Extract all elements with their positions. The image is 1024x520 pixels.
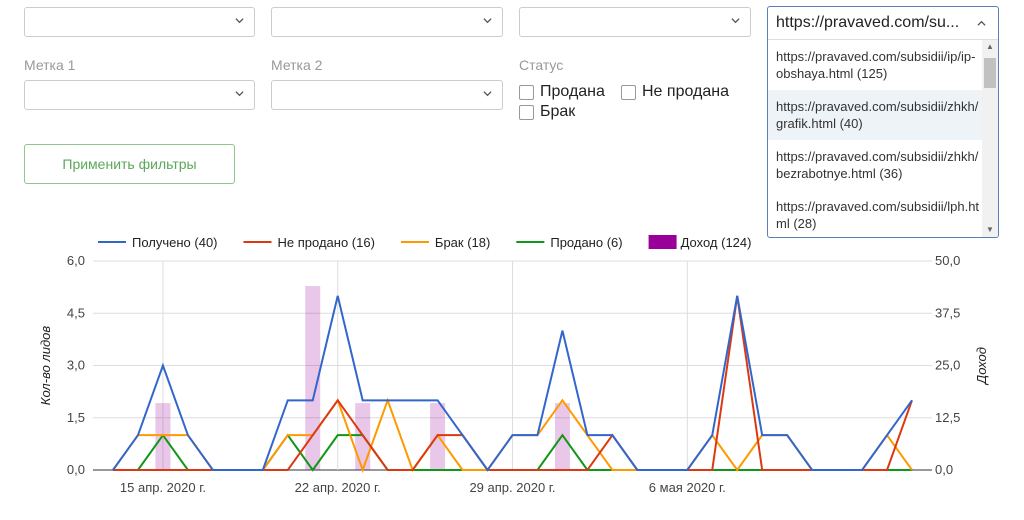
label2-title: Метка 2 (271, 57, 323, 73)
filter-select-1[interactable] (24, 7, 255, 37)
label1-title: Метка 1 (24, 57, 76, 73)
status-defect-label: Брак (540, 103, 576, 120)
status-not-sold-checkbox[interactable]: Не продана (621, 83, 729, 101)
scroll-up-icon[interactable]: ▲ (982, 40, 998, 54)
url-dropdown-selected-text: https://pravaved.com/su... (776, 14, 960, 31)
chevron-down-icon (483, 91, 492, 97)
url-option[interactable]: https://pravaved.com/subsidii/zhkh/grafi… (768, 90, 982, 140)
leads-chart: 0,0 1,5 3,0 4,5 6,0 0,0 12,5 25,0 37,5 50,0 15 апр… (38, 235, 989, 495)
filter-select-2[interactable] (271, 7, 503, 37)
y-axis-title: Кол-во лидов (38, 326, 53, 406)
url-dropdown-list: https://pravaved.com/subsidii/ip/ip-obsh… (768, 40, 982, 237)
url-dropdown[interactable]: https://pravaved.com/su... https://prava… (767, 6, 999, 238)
scroll-thumb[interactable] (984, 58, 996, 88)
status-sold-label: Продана (540, 83, 605, 100)
x-tick-label: 29 апр. 2020 г. (469, 480, 555, 495)
x-tick-label: 15 апр. 2020 г. (120, 480, 206, 495)
y-tick-label: 6,0 (67, 253, 85, 268)
status-sold-checkbox[interactable]: Продана (519, 83, 605, 101)
legend-label: Получено (40) (132, 235, 218, 250)
label1-select[interactable] (24, 80, 255, 110)
url-dropdown-selected[interactable]: https://pravaved.com/su... (768, 7, 998, 40)
dropdown-scrollbar[interactable]: ▲ ▼ (982, 40, 998, 237)
chevron-down-icon (483, 18, 492, 24)
y-tick-label: 0,0 (67, 462, 85, 477)
chevron-down-icon (235, 91, 244, 97)
chevron-up-icon (977, 20, 986, 26)
y-tick-label: 4,5 (67, 305, 85, 320)
status-defect-checkbox[interactable]: Брак (519, 103, 575, 121)
legend-label: Продано (6) (550, 235, 622, 250)
chevron-down-icon (235, 18, 244, 24)
legend-label: Брак (18) (435, 235, 490, 250)
status-title: Статус (519, 57, 564, 73)
apply-filters-button[interactable]: Применить фильтры (24, 144, 235, 184)
y2-axis-title: Доход (974, 347, 989, 386)
chevron-down-icon (731, 18, 740, 24)
y2-tick-label: 37,5 (935, 305, 960, 320)
x-tick-label: 6 мая 2020 г. (649, 480, 726, 495)
label2-select[interactable] (271, 80, 503, 110)
checkbox-box[interactable] (621, 84, 636, 100)
y2-tick-label: 12,5 (935, 410, 960, 425)
y2-tick-label: 25,0 (935, 358, 960, 373)
checkbox-box[interactable] (519, 84, 534, 100)
url-option[interactable]: https://pravaved.com/subsidii/zhkh/bezra… (768, 140, 982, 190)
url-option[interactable]: https://pravaved.com/subsidii/ip/ip-obsh… (768, 40, 982, 90)
y2-tick-label: 0,0 (935, 462, 953, 477)
y-tick-label: 1,5 (67, 410, 85, 425)
legend-label: Доход (124) (681, 235, 752, 250)
y-tick-label: 3,0 (67, 358, 85, 373)
status-not-sold-label: Не продана (642, 83, 729, 100)
legend-label: Не продано (16) (278, 235, 375, 250)
legend-bar-swatch (648, 235, 677, 249)
filter-select-3[interactable] (519, 7, 751, 37)
checkbox-box[interactable] (519, 104, 534, 120)
x-tick-label: 22 апр. 2020 г. (295, 480, 381, 495)
y2-tick-label: 50,0 (935, 253, 960, 268)
